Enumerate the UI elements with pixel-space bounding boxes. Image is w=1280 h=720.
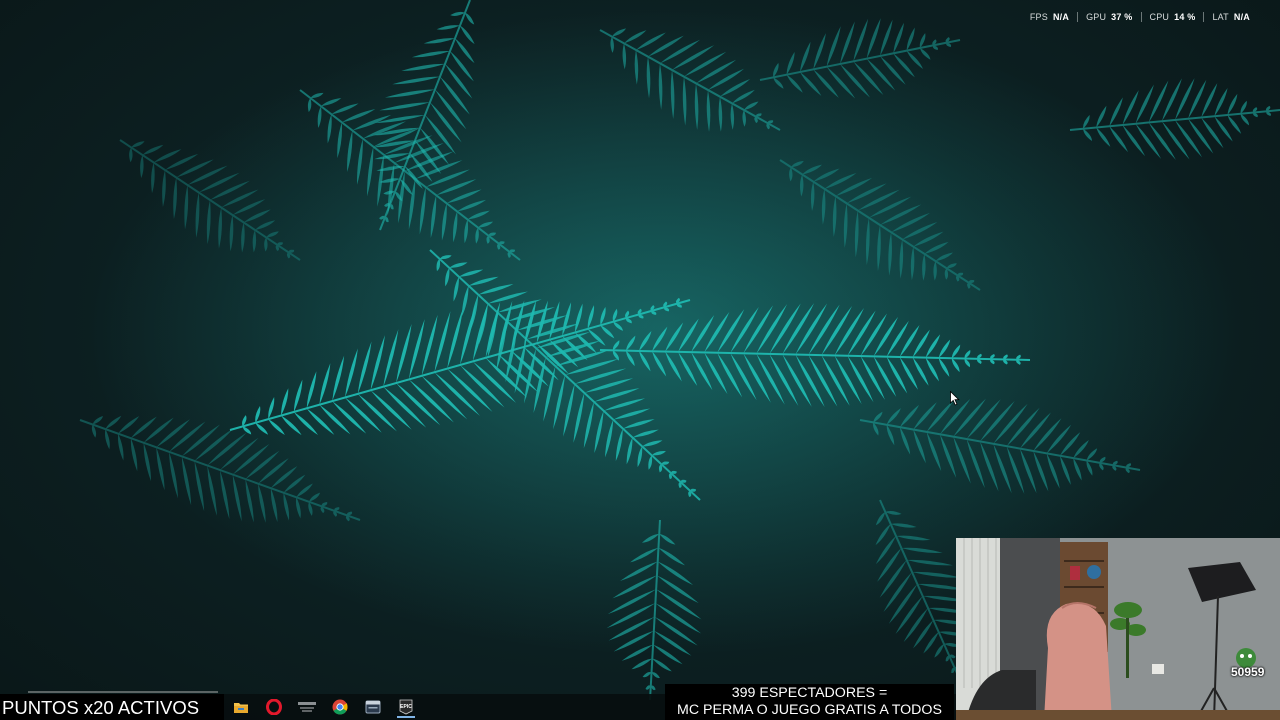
- perf-gpu: GPU 37 %: [1077, 12, 1140, 22]
- opera-gx-icon[interactable]: [264, 697, 284, 717]
- points-banner: PUNTOS x20 ACTIVOS: [0, 694, 224, 720]
- desktop[interactable]: FPS N/A GPU 37 % CPU 14 % LAT N/A PUNTOS…: [0, 0, 1280, 720]
- webcam-feed: [956, 538, 1280, 720]
- perf-gpu-label: GPU: [1086, 12, 1107, 22]
- viewers-line-1: 399 ESPECTADORES =: [731, 685, 888, 701]
- viewers-overlay: 399 ESPECTADORES = MC PERMA O JUEGO GRAT…: [665, 684, 954, 720]
- perf-cpu-label: CPU: [1149, 12, 1170, 22]
- perf-cpu-value: 14 %: [1174, 12, 1196, 22]
- taskbar-divider: [28, 691, 218, 693]
- epic-games-icon[interactable]: EPIC: [396, 697, 416, 717]
- mouse-cursor-icon: [950, 391, 960, 406]
- perf-lat: LAT N/A: [1203, 12, 1258, 22]
- webcam-scene: [956, 538, 1280, 720]
- perf-cpu: CPU 14 %: [1140, 12, 1204, 22]
- performance-overlay: FPS N/A GPU 37 % CPU 14 % LAT N/A: [1022, 12, 1258, 22]
- perf-lat-value: N/A: [1233, 12, 1250, 22]
- perf-fps: FPS N/A: [1022, 12, 1077, 22]
- viewers-line-2: MC PERMA O JUEGO GRATIS A TODOS: [677, 702, 942, 718]
- perf-gpu-value: 37 %: [1111, 12, 1133, 22]
- perf-lat-label: LAT: [1212, 12, 1229, 22]
- chrome-icon[interactable]: [330, 697, 350, 717]
- webcam-points-counter: 50959: [1231, 665, 1265, 679]
- perf-fps-value: N/A: [1052, 12, 1070, 22]
- launcher-icon[interactable]: [297, 697, 317, 717]
- epic-games-icon-label: EPIC: [400, 704, 412, 710]
- app-window-icon[interactable]: [363, 697, 383, 717]
- file-explorer-icon[interactable]: [231, 697, 251, 717]
- active-app-indicator: [397, 716, 415, 718]
- perf-fps-label: FPS: [1029, 12, 1048, 22]
